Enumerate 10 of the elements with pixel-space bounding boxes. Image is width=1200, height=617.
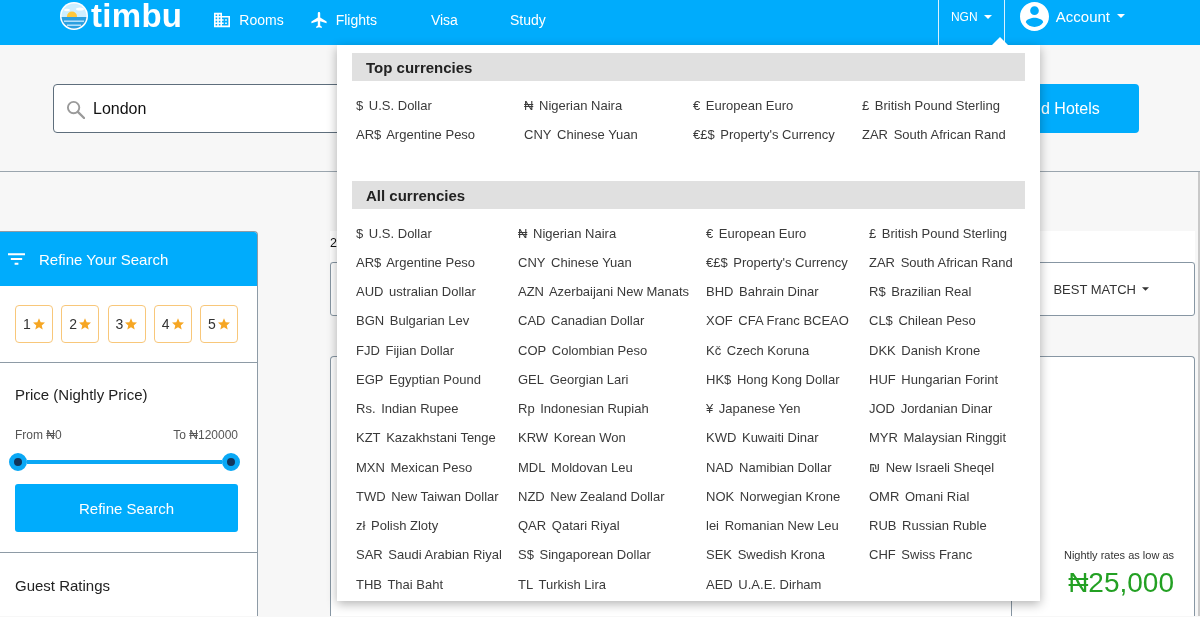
section-heading: All currencies: [352, 181, 1025, 209]
guest-ratings-title: Guest Ratings: [15, 577, 112, 595]
price-text: ₦25,000: [1067, 567, 1174, 599]
rate-label: Nightly rates as low as: [1062, 548, 1174, 563]
results-heading: 2: [330, 235, 337, 252]
price-max-label: To ₦120000: [173, 427, 238, 444]
price-filter-title: Price (Nightly Price): [15, 386, 149, 404]
filter-panel-title: Refine Your Search: [39, 250, 169, 268]
section-heading: Top currencies: [352, 53, 1025, 81]
price-min-label: From ₦0: [15, 427, 62, 444]
